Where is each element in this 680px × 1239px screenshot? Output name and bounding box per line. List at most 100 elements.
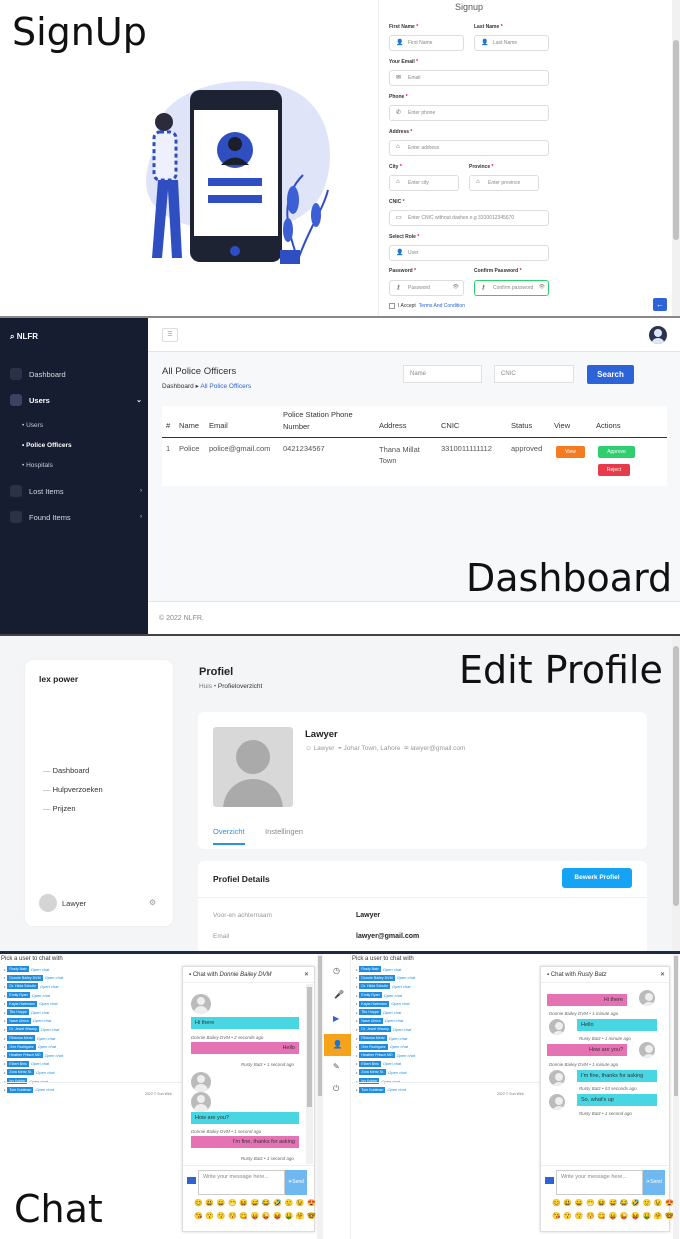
breadcrumb-home[interactable]: Dashboard [162,383,194,390]
edit-icon[interactable]: ✎ [333,1062,340,1071]
list-item: • Zora Mertz Sr. Open chat [356,1068,415,1077]
gear-icon[interactable]: ⚙ [149,898,156,907]
open-chat-link[interactable]: Open chat [35,1087,53,1092]
signup-scrollbar[interactable] [672,0,680,316]
send-button[interactable]: ✈Send [643,1170,665,1195]
open-chat-link[interactable]: Open chat [33,1018,51,1023]
confirm-password-field[interactable]: ⚷ Confirm password 👁 [474,280,549,296]
open-chat-link[interactable]: Open chat [388,1070,406,1075]
open-chat-link[interactable]: Open chat [390,1044,408,1049]
menu-dashboard[interactable]: — Dashboard [43,766,89,775]
image-icon[interactable] [545,1177,554,1184]
city-field[interactable]: ⌂ Enter city [389,175,459,191]
open-chat-link[interactable]: Open chat [387,1087,405,1092]
message-input[interactable]: Write your message here... [556,1170,643,1195]
menu-hulpverzoeken[interactable]: — Hulpverzoeken [43,785,103,794]
emoji-row[interactable]: 😊😃😄😁😆😅😂🤣🙂😉😍 [194,1200,318,1208]
sidebar-item-users[interactable]: Users ⌄ [10,394,142,406]
emoji-row[interactable]: 😊😃😄😁😆😅😂🤣🙂😉😍 [552,1200,676,1208]
open-chat-link[interactable]: Open chat [392,984,410,989]
cell-status: approved [511,444,543,453]
address-field[interactable]: ⌂ Enter address [389,140,549,156]
view-button[interactable]: View [556,446,585,458]
messages-scrollbar[interactable] [306,984,313,1164]
name-search-input[interactable]: Name [403,365,482,383]
cnic-search-input[interactable]: CNIC [494,365,574,383]
details-card: Profiel Details Bewerk Profiel Voor-en a… [198,861,647,951]
menu-prijzen[interactable]: — Prijzen [43,804,76,813]
open-chat-link[interactable]: Open chat [385,1018,403,1023]
open-chat-link[interactable]: Open chat [31,1061,49,1066]
open-chat-link[interactable]: Open chat [39,1001,57,1006]
close-icon[interactable]: ✕ [304,971,309,978]
eye-icon[interactable]: 👁 [539,284,545,290]
sidebar-sub-hospitals[interactable]: • Hospitals [22,462,53,469]
avatar[interactable] [649,326,667,344]
open-chat-link[interactable]: Open chat [389,1036,407,1041]
send-button[interactable]: ✈Send [285,1170,307,1195]
open-chat-link[interactable]: Open chat [383,967,401,972]
video-icon[interactable]: ▶ [333,1014,339,1023]
tab-instellingen[interactable]: Instellingen [265,827,303,836]
user-icon[interactable]: 👤 [324,1034,351,1056]
menu-toggle-button[interactable]: ☰ [162,328,178,342]
clock-icon[interactable]: ◷ [333,966,340,975]
tab-overzicht[interactable]: Overzicht [213,827,245,845]
pick-text-right: Pick a user to chat with [352,956,414,962]
password-field[interactable]: ⚷ Password 👁 [389,280,464,296]
open-chat-link[interactable]: Open chat [38,1044,56,1049]
eye-icon[interactable]: 👁 [453,284,459,290]
open-chat-link[interactable]: Open chat [31,967,49,972]
message-input[interactable]: Write your message here... [198,1170,285,1195]
first-name-field[interactable]: 👤 First Name [389,35,464,51]
edit-profile-button[interactable]: Bewerk Profiel [562,868,632,888]
open-chat-link[interactable]: Open chat [391,1001,409,1006]
open-chat-link[interactable]: Open chat [36,1070,54,1075]
open-chat-link[interactable]: Open chat [37,1036,55,1041]
search-button[interactable]: Search [587,365,634,384]
cnic-field[interactable]: ▭ Enter CNIC without dashes e.g 331001234… [389,210,549,226]
next-arrow-button[interactable]: ← [653,298,667,311]
emoji-row[interactable]: 😘😗😙😚😋😛😜😝🤑🤗🤓 [552,1213,676,1221]
profile-scrollbar[interactable] [672,636,680,951]
open-chat-link[interactable]: Open chat [41,1027,59,1032]
phone-field[interactable]: ✆ Enter phone [389,105,549,121]
sidebar-sub-users[interactable]: • Users [22,422,43,429]
last-name-field[interactable]: 👤 Last Name [474,35,549,51]
sidebar-item-found-items[interactable]: Found Items › [10,511,142,523]
sidebar-sub-police-officers[interactable]: • Police Officers [22,442,72,449]
left-scrollbar[interactable] [317,954,323,1239]
open-chat-link[interactable]: Open chat [40,984,58,989]
role-select[interactable]: 👤 User [389,245,549,261]
open-chat-link[interactable]: Open chat [45,975,63,980]
user-name: Zora Mertz Sr. [7,1069,35,1076]
power-icon[interactable]: ⏻ [333,1084,339,1094]
terms-link[interactable]: Terms And Condition [419,303,465,309]
province-field[interactable]: ⌂ Enter province [469,175,539,191]
right-scrollbar[interactable] [673,954,679,1239]
envelope-icon: ✉ [404,745,409,752]
close-icon[interactable]: ✕ [660,971,665,978]
sidebar-item-lost-items[interactable]: Lost Items › [10,485,142,497]
list-item: • Dr. Jewel Wisoky Open chat [4,1025,63,1034]
terms-checkbox[interactable] [389,303,395,309]
open-chat-link[interactable]: Open chat [384,993,402,998]
image-icon[interactable] [187,1177,196,1184]
open-chat-link[interactable]: Open chat [393,1027,411,1032]
sidebar-item-dashboard[interactable]: Dashboard [10,368,66,380]
open-chat-link[interactable]: Open chat [45,1053,63,1058]
user-name: Dr. Jewel Wisoky [7,1026,39,1033]
open-chat-link[interactable]: Open chat [32,993,50,998]
reject-button[interactable]: Reject [598,464,630,476]
profile-panel: lex power — Dashboard — Hulpverzoeken — … [0,636,680,954]
emoji-row[interactable]: 😘😗😙😚😋😛😜😝🤑🤗🤓 [194,1213,318,1221]
mic-icon[interactable]: 🎤 [334,990,344,999]
open-chat-link[interactable]: Open chat [31,1010,49,1015]
email-field[interactable]: ✉ Email [389,70,549,86]
open-chat-link[interactable]: Open chat [383,1061,401,1066]
approve-button[interactable]: Approve [598,446,635,458]
open-chat-link[interactable]: Open chat [397,975,415,980]
open-chat-link[interactable]: Open chat [397,1053,415,1058]
open-chat-link[interactable]: Open chat [383,1010,401,1015]
profile-name: Lawyer [305,729,338,740]
